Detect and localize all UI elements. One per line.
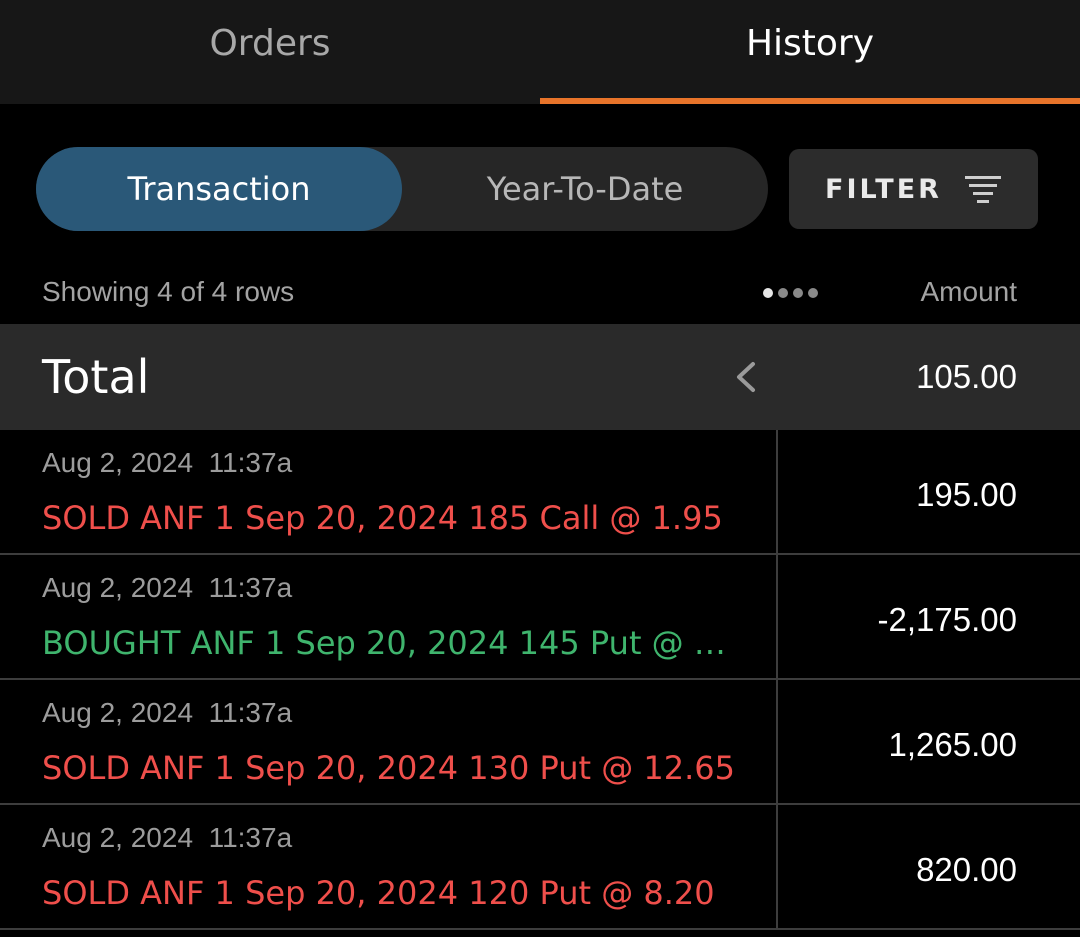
top-tab-bar: Orders History	[0, 0, 1080, 104]
pager-dot-3	[793, 288, 803, 298]
active-tab-indicator	[540, 98, 1080, 104]
transaction-date: Aug 2, 2024 11:37a	[42, 447, 293, 478]
column-divider	[776, 805, 778, 928]
pager-dot-1	[763, 288, 773, 298]
tab-history-label: History	[745, 22, 875, 64]
column-divider	[776, 680, 778, 803]
rows-count-text: Showing 4 of 4 rows	[42, 276, 295, 307]
transaction-date: Aug 2, 2024 11:37a	[42, 572, 293, 603]
pager-dot-4	[808, 288, 818, 298]
filter-lines-icon	[964, 176, 1001, 203]
transaction-amount: 195.00	[916, 476, 1017, 513]
transaction-amount: 1,265.00	[888, 726, 1017, 763]
column-divider	[776, 430, 778, 553]
column-divider	[776, 555, 778, 678]
segment-year-to-date[interactable]: Year-To-Date	[402, 147, 768, 231]
view-segmented-control: Transaction Year-To-Date	[36, 147, 768, 231]
transaction-amount: -2,175.00	[877, 601, 1017, 638]
total-row: Total 105.00	[0, 324, 1080, 430]
transaction-date: Aug 2, 2024 11:37a	[42, 697, 293, 728]
segment-year-to-date-label: Year-To-Date	[486, 170, 684, 208]
transaction-description: SOLD ANF 1 Sep 20, 2024 185 Call @ 1.95	[42, 499, 723, 537]
transaction-description: SOLD ANF 1 Sep 20, 2024 120 Put @ 8.20	[42, 874, 715, 912]
transaction-amount: 820.00	[916, 851, 1017, 888]
filter-button-label: FILTER	[825, 173, 942, 205]
tab-history[interactable]: History	[540, 0, 1080, 104]
tab-orders[interactable]: Orders	[0, 0, 540, 104]
tab-orders-label: Orders	[209, 22, 331, 64]
chevron-left-icon[interactable]	[733, 361, 759, 393]
transaction-description: BOUGHT ANF 1 Sep 20, 2024 145 Put @ 2...	[42, 624, 742, 662]
transaction-date: Aug 2, 2024 11:37a	[42, 822, 293, 853]
transaction-description: SOLD ANF 1 Sep 20, 2024 130 Put @ 12.65	[42, 749, 735, 787]
transaction-row[interactable]: Aug 2, 2024 11:37a BOUGHT ANF 1 Sep 20, …	[0, 555, 1080, 680]
pager-dot-2	[778, 288, 788, 298]
segment-transaction-label: Transaction	[127, 170, 311, 208]
amount-column-header: Amount	[920, 276, 1018, 307]
column-pager-dots[interactable]	[763, 288, 818, 298]
transaction-row[interactable]: Aug 2, 2024 11:37a SOLD ANF 1 Sep 20, 20…	[0, 680, 1080, 805]
segment-transaction[interactable]: Transaction	[36, 147, 402, 231]
filter-button[interactable]: FILTER	[789, 149, 1038, 229]
total-label: Total	[42, 350, 150, 404]
total-amount: 105.00	[916, 358, 1017, 395]
transaction-row[interactable]: Aug 2, 2024 11:37a SOLD ANF 1 Sep 20, 20…	[0, 430, 1080, 555]
transaction-row[interactable]: Aug 2, 2024 11:37a SOLD ANF 1 Sep 20, 20…	[0, 805, 1080, 930]
